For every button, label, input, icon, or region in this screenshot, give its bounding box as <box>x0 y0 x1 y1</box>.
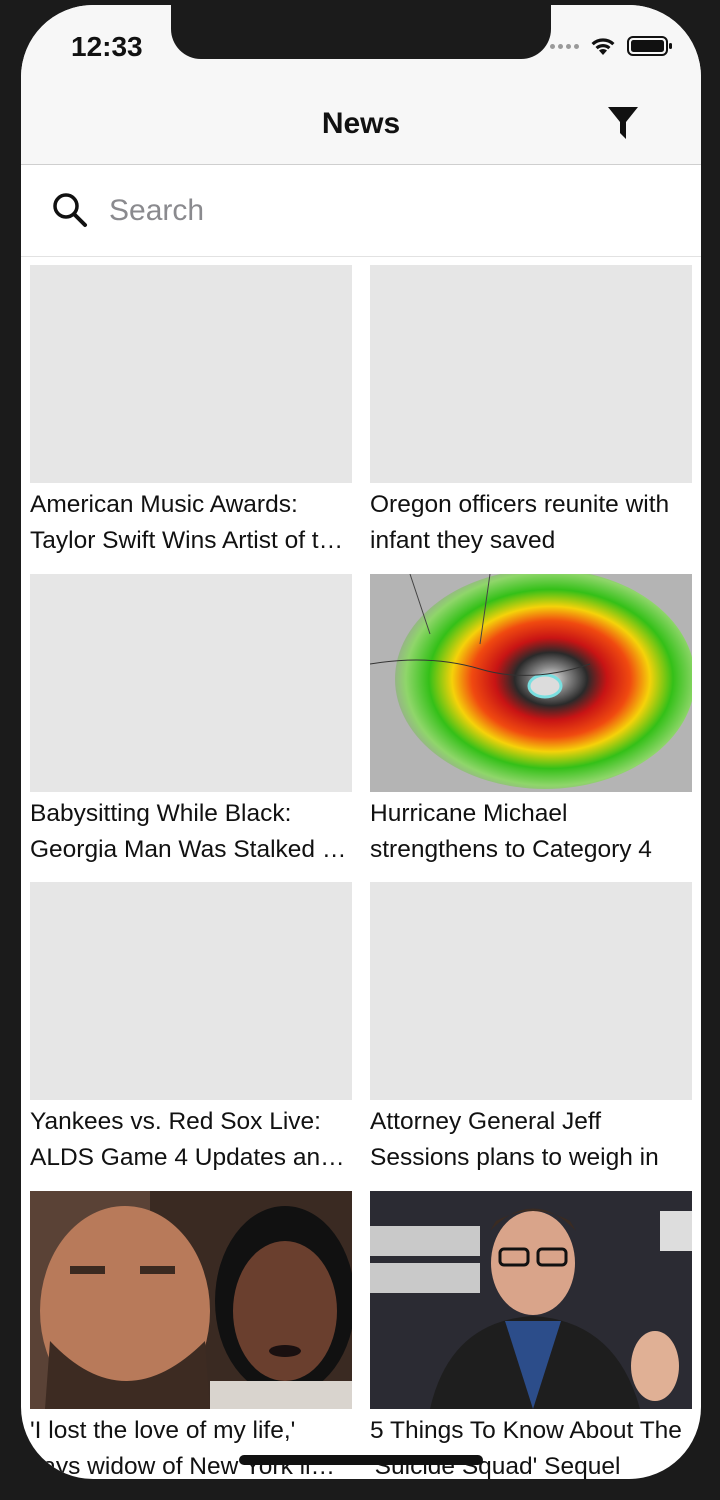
cellular-signal-icon <box>550 43 579 49</box>
news-title: Oregon officers reunite with infant they… <box>370 491 670 554</box>
wifi-icon <box>589 35 617 57</box>
filter-icon[interactable] <box>607 105 639 141</box>
navigation-bar: News <box>21 85 701 165</box>
home-indicator[interactable] <box>239 1455 483 1465</box>
news-thumbnail-placeholder <box>30 882 352 1100</box>
device-notch <box>171 5 551 59</box>
news-thumbnail-placeholder <box>370 265 692 483</box>
battery-icon <box>627 35 673 57</box>
news-card[interactable]: 'I lost the love of my life,' says widow… <box>30 1190 352 1480</box>
news-card[interactable]: Oregon officers reunite with infant they… <box>370 265 692 574</box>
search-icon <box>51 191 89 234</box>
news-title: 5 Things To Know About The 'Suicide Squa… <box>370 1416 682 1480</box>
news-title: Babysitting While Black: Georgia Man Was… <box>30 799 348 863</box>
news-thumbnail-placeholder <box>30 265 352 483</box>
news-card[interactable]: Attorney General Jeff Sessions plans to … <box>370 882 692 1191</box>
search-bar <box>21 165 701 257</box>
status-icons <box>550 35 673 57</box>
hurricane-radar-image <box>370 573 692 792</box>
news-card[interactable]: American Music Awards: Taylor Swift Wins… <box>30 265 352 574</box>
news-grid: American Music Awards: Taylor Swift Wins… <box>30 265 692 1479</box>
news-thumbnail-placeholder <box>30 573 352 792</box>
news-title: American Music Awards: Taylor Swift Wins… <box>30 491 346 554</box>
search-input[interactable] <box>109 187 649 235</box>
news-title: Attorney General Jeff Sessions plans to … <box>370 1108 659 1171</box>
news-card[interactable]: Hurricane Michael strengthens to Categor… <box>370 573 692 883</box>
status-time: 12:33 <box>71 31 143 62</box>
couple-photo-image <box>30 1190 352 1409</box>
news-card[interactable]: 5 Things To Know About The 'Suicide Squa… <box>370 1190 692 1480</box>
news-card[interactable]: Yankees vs. Red Sox Live: ALDS Game 4 Up… <box>30 882 352 1191</box>
news-title: Yankees vs. Red Sox Live: ALDS Game 4 Up… <box>30 1108 334 1171</box>
page-title: News <box>321 107 401 140</box>
director-photo-image <box>370 1190 692 1409</box>
phone-screen: 12:33 News Search American Music Awards:… <box>21 5 701 1479</box>
news-thumbnail-placeholder <box>370 882 692 1100</box>
news-card[interactable]: Babysitting While Black: Georgia Man Was… <box>30 573 352 883</box>
news-title: Hurricane Michael strengthens to Categor… <box>370 799 652 863</box>
news-title: 'I lost the love of my life,' says widow… <box>30 1416 345 1480</box>
